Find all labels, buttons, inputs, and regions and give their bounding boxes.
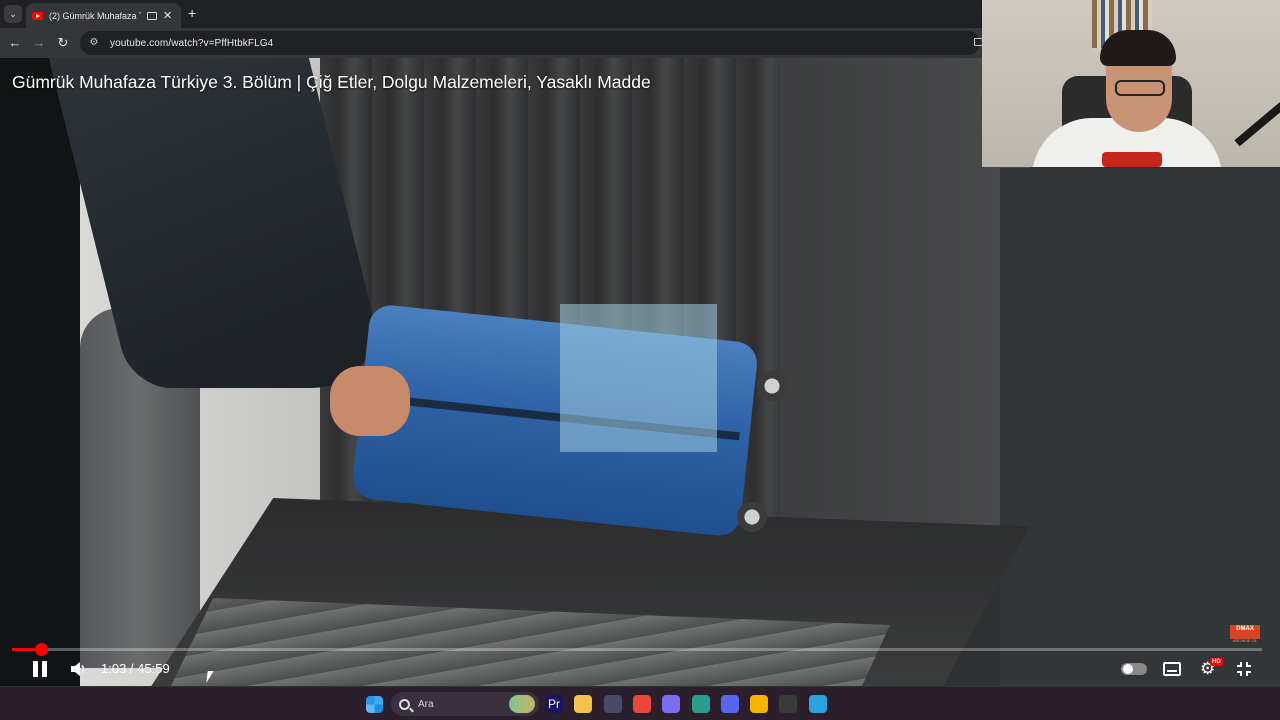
hd-quality-badge: HD xyxy=(1210,658,1223,666)
chrome-active-taskbar-icon[interactable] xyxy=(750,695,769,713)
reload-icon[interactable]: ↻ xyxy=(55,35,71,51)
dmax-watermark-logo: DMAX xyxy=(1230,625,1260,639)
back-arrow-icon[interactable]: ← xyxy=(7,35,23,51)
video-title[interactable]: Gümrük Muhafaza Türkiye 3. Bölüm | Çiğ E… xyxy=(12,72,651,93)
forward-arrow-icon[interactable]: → xyxy=(31,35,47,51)
copilot-taskbar-icon[interactable] xyxy=(662,695,681,713)
time-display: 1:03 / 45:59 xyxy=(101,661,170,676)
pause-icon[interactable] xyxy=(32,661,48,677)
exit-fullscreen-icon[interactable] xyxy=(1236,661,1252,677)
webcam-person-hair xyxy=(1100,30,1176,66)
webcam-microphone xyxy=(1102,152,1162,167)
telegram-taskbar-icon[interactable] xyxy=(808,695,827,713)
tab-media-playing-icon[interactable] xyxy=(147,11,157,20)
browser-tab-strip: ⌄ (2) Gümrük Muhafaza Türk ✕ + xyxy=(0,0,982,28)
progress-scrubber-handle[interactable] xyxy=(34,643,48,656)
browser-tab-youtube[interactable]: (2) Gümrük Muhafaza Türk ✕ xyxy=(26,3,181,28)
video-blur-overlay xyxy=(560,304,717,452)
progress-bar[interactable] xyxy=(12,643,1262,656)
windows-taskbar: Ara Pr xyxy=(0,686,1280,720)
taskbar-search-box[interactable]: Ara xyxy=(391,692,539,716)
video-letterbox-left xyxy=(0,58,80,686)
address-bar[interactable]: ⚙ youtube.com/watch?v=PffHtbkFLG4 xyxy=(80,31,980,55)
file-explorer-taskbar-icon[interactable] xyxy=(574,695,593,713)
url-text[interactable]: youtube.com/watch?v=PffHtbkFLG4 xyxy=(110,38,273,49)
obs-taskbar-icon[interactable] xyxy=(779,695,798,713)
volume-icon[interactable] xyxy=(70,661,88,677)
taskbar-search-placeholder: Ara xyxy=(418,698,434,710)
subtitles-icon[interactable] xyxy=(1163,662,1181,676)
windows-start-icon[interactable] xyxy=(366,696,383,713)
tab-search-chevron-icon[interactable]: ⌄ xyxy=(4,5,22,23)
snipping-tool-taskbar-icon[interactable] xyxy=(603,695,622,713)
video-scene-right-panel xyxy=(1000,168,1280,686)
search-highlight-icon xyxy=(509,695,535,713)
tab-title: (2) Gümrük Muhafaza Türk xyxy=(49,10,141,21)
webcam-person-glasses xyxy=(1115,80,1165,96)
dmax-watermark-sub: ARCHIVE OL xyxy=(1232,638,1258,643)
premiere-pro-taskbar-icon[interactable]: Pr xyxy=(545,695,563,713)
browser-toolbar: ← → ↻ ⚙ youtube.com/watch?v=PffHtbkFLG4 xyxy=(0,28,983,58)
chrome-taskbar-icon[interactable] xyxy=(632,695,651,713)
autoplay-toggle[interactable] xyxy=(1121,663,1147,675)
site-info-icon[interactable]: ⚙ xyxy=(88,37,100,49)
discord-taskbar-icon[interactable] xyxy=(720,695,739,713)
search-icon xyxy=(399,698,410,710)
new-tab-button[interactable]: + xyxy=(188,6,196,20)
edge-taskbar-icon[interactable] xyxy=(691,695,710,713)
webcam-overlay xyxy=(982,0,1280,167)
video-scene-wheel xyxy=(737,502,767,532)
screen: ⌄ (2) Gümrük Muhafaza Türk ✕ + ← → ↻ ⚙ y… xyxy=(0,0,1280,720)
video-scene-wheel xyxy=(757,371,787,401)
tab-close-icon[interactable]: ✕ xyxy=(163,9,172,22)
youtube-favicon-icon xyxy=(32,11,43,20)
video-scene-hand xyxy=(330,366,410,436)
